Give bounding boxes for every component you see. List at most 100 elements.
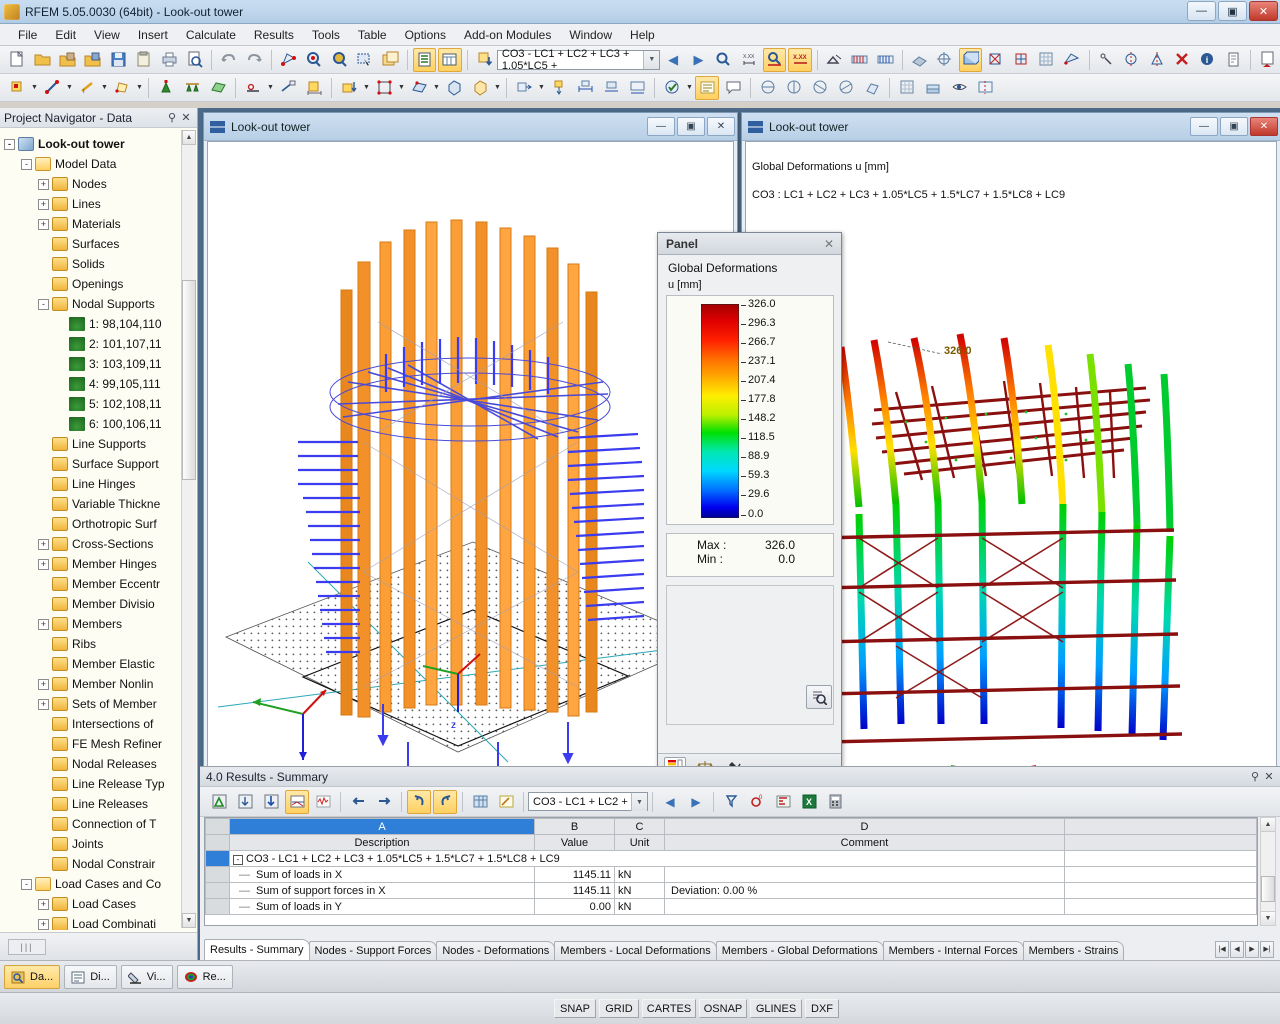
- comment-icon[interactable]: [721, 76, 745, 100]
- scroll-down-arrow-icon[interactable]: ▼: [1261, 911, 1275, 925]
- calculate-icon[interactable]: [660, 76, 684, 100]
- surface-results-icon[interactable]: [848, 48, 871, 72]
- tree-item[interactable]: +Materials: [4, 214, 197, 234]
- printout-icon[interactable]: [695, 76, 719, 100]
- chevron-down-icon[interactable]: ▼: [362, 77, 371, 99]
- new-surface-icon[interactable]: [110, 76, 134, 100]
- results-load-case-combo[interactable]: CO3 - LC1 + LC2 + LC ▼: [528, 792, 648, 811]
- table-row[interactable]: —Sum of loads in Y 0.00 kN: [206, 899, 1257, 915]
- select-single-icon[interactable]: [277, 48, 300, 72]
- tree-item[interactable]: -Nodal Supports: [4, 294, 197, 314]
- undo-icon[interactable]: [217, 48, 240, 72]
- pin-icon[interactable]: ⚲: [165, 111, 179, 124]
- menu-addon-modules[interactable]: Add-on Modules: [456, 26, 559, 44]
- tab-nodes-support-forces[interactable]: Nodes - Support Forces: [309, 941, 438, 960]
- close-icon[interactable]: ✕: [179, 111, 193, 124]
- collapse-toggle-icon[interactable]: -: [233, 855, 243, 865]
- tree-item[interactable]: Line Releases: [4, 794, 197, 814]
- view-persp-icon[interactable]: [860, 76, 884, 100]
- status-dxf[interactable]: DXF: [805, 999, 839, 1018]
- collapse-icon[interactable]: -: [38, 299, 49, 310]
- next-table-icon[interactable]: [372, 790, 396, 814]
- chevron-down-icon[interactable]: ▼: [397, 77, 406, 99]
- tree-item[interactable]: +Cross-Sections: [4, 534, 197, 554]
- expand-icon[interactable]: +: [38, 559, 49, 570]
- tab-next-icon[interactable]: ▶: [1245, 941, 1259, 958]
- status-cartes[interactable]: CARTES: [642, 999, 696, 1018]
- render-mesh-icon[interactable]: [908, 48, 931, 72]
- solid-icon[interactable]: [442, 76, 466, 100]
- export-excel-icon[interactable]: X: [797, 790, 821, 814]
- tree-item[interactable]: Nodal Releases: [4, 754, 197, 774]
- member-eccentricity-icon[interactable]: [276, 76, 300, 100]
- tree-item[interactable]: Nodal Constrair: [4, 854, 197, 874]
- tree-item[interactable]: +Member Nonlin: [4, 674, 197, 694]
- tree-item[interactable]: Orthotropic Surf: [4, 514, 197, 534]
- table-row[interactable]: —Sum of loads in X 1145.11 kN: [206, 867, 1257, 883]
- tree-item[interactable]: -Load Cases and Co: [4, 874, 197, 894]
- table-row[interactable]: —Sum of support forces in X 1145.11 kN D…: [206, 883, 1257, 899]
- zoom-all-icon[interactable]: [328, 48, 351, 72]
- panel-zoom-button[interactable]: [806, 685, 832, 709]
- tree-item[interactable]: Intersections of: [4, 714, 197, 734]
- menu-insert[interactable]: Insert: [130, 26, 176, 44]
- chevron-down-icon[interactable]: ▼: [685, 77, 694, 99]
- tab-members-local-deformations[interactable]: Members - Local Deformations: [554, 941, 716, 960]
- fe-mesh-icon[interactable]: [933, 48, 956, 72]
- column-letter-e[interactable]: [1065, 819, 1257, 835]
- navigator-tree[interactable]: -Look-out tower-Model Data+Nodes+Lines+M…: [0, 128, 197, 930]
- tab-members-internal-forces[interactable]: Members - Internal Forces: [883, 941, 1024, 960]
- table-results-icon[interactable]: [259, 790, 283, 814]
- tree-item[interactable]: Solids: [4, 254, 197, 274]
- results-grid[interactable]: A B C D Description Value Unit Comment -…: [204, 817, 1258, 926]
- expand-icon[interactable]: +: [38, 919, 49, 930]
- solid-view-icon[interactable]: [1009, 48, 1032, 72]
- scroll-thumb[interactable]: [1261, 876, 1275, 902]
- menu-help[interactable]: Help: [622, 26, 663, 44]
- maximize-button[interactable]: ▣: [1218, 1, 1247, 21]
- undo-table-icon[interactable]: [407, 790, 431, 814]
- status-grid[interactable]: GRID: [599, 999, 639, 1018]
- open-project-icon[interactable]: [81, 48, 104, 72]
- color-legend[interactable]: 326.0 296.3 266.7 237.1 207.4 177.8 148.…: [666, 295, 834, 525]
- table-model-data-icon[interactable]: [207, 790, 231, 814]
- scroll-up-arrow-icon[interactable]: ▲: [1261, 818, 1275, 832]
- scroll-down-arrow-icon[interactable]: ▼: [182, 913, 196, 928]
- chevron-down-icon[interactable]: ▼: [135, 77, 144, 99]
- tab-members-strains[interactable]: Members - Strains: [1023, 941, 1125, 960]
- save-icon[interactable]: [107, 48, 130, 72]
- generate-icon[interactable]: [512, 76, 536, 100]
- table-zero-icon[interactable]: 0: [745, 790, 769, 814]
- view-side-icon[interactable]: [782, 76, 806, 100]
- tree-item[interactable]: Connection of T: [4, 814, 197, 834]
- show-values-icon[interactable]: X.XX: [738, 48, 761, 72]
- row-selector[interactable]: [206, 851, 230, 867]
- scroll-up-arrow-icon[interactable]: ▲: [182, 130, 196, 145]
- row-selector[interactable]: [206, 867, 230, 883]
- results-close-icon[interactable]: ✕: [1262, 770, 1276, 783]
- model-close-button[interactable]: ✕: [707, 117, 735, 136]
- menu-table[interactable]: Table: [350, 26, 395, 44]
- menu-tools[interactable]: Tools: [304, 26, 348, 44]
- tree-item[interactable]: Ribs: [4, 634, 197, 654]
- render-model-icon[interactable]: [959, 48, 982, 72]
- menu-options[interactable]: Options: [397, 26, 454, 44]
- surface-load-icon[interactable]: [407, 76, 431, 100]
- tree-item[interactable]: +Nodes: [4, 174, 197, 194]
- close-button[interactable]: ✕: [1249, 1, 1278, 21]
- results-next-icon[interactable]: ▶: [684, 790, 708, 814]
- tab-members-global-deformations[interactable]: Members - Global Deformations: [716, 941, 884, 960]
- clipboard-icon[interactable]: [132, 48, 155, 72]
- tree-item[interactable]: 5: 102,108,11: [4, 394, 197, 414]
- chevron-down-icon[interactable]: ▼: [100, 77, 109, 99]
- expand-icon[interactable]: +: [38, 699, 49, 710]
- chevron-down-icon[interactable]: ▼: [30, 77, 39, 99]
- load-case-icon[interactable]: [473, 48, 496, 72]
- table-summary-icon[interactable]: [285, 790, 309, 814]
- table-selection-icon[interactable]: [719, 790, 743, 814]
- tree-item[interactable]: -Look-out tower: [4, 134, 197, 154]
- dimension-icon[interactable]: [573, 76, 597, 100]
- corner-cell[interactable]: [206, 819, 230, 835]
- navigator-scrollbar[interactable]: ▲ ▼: [181, 130, 196, 928]
- tab-nodes-deformations[interactable]: Nodes - Deformations: [436, 941, 555, 960]
